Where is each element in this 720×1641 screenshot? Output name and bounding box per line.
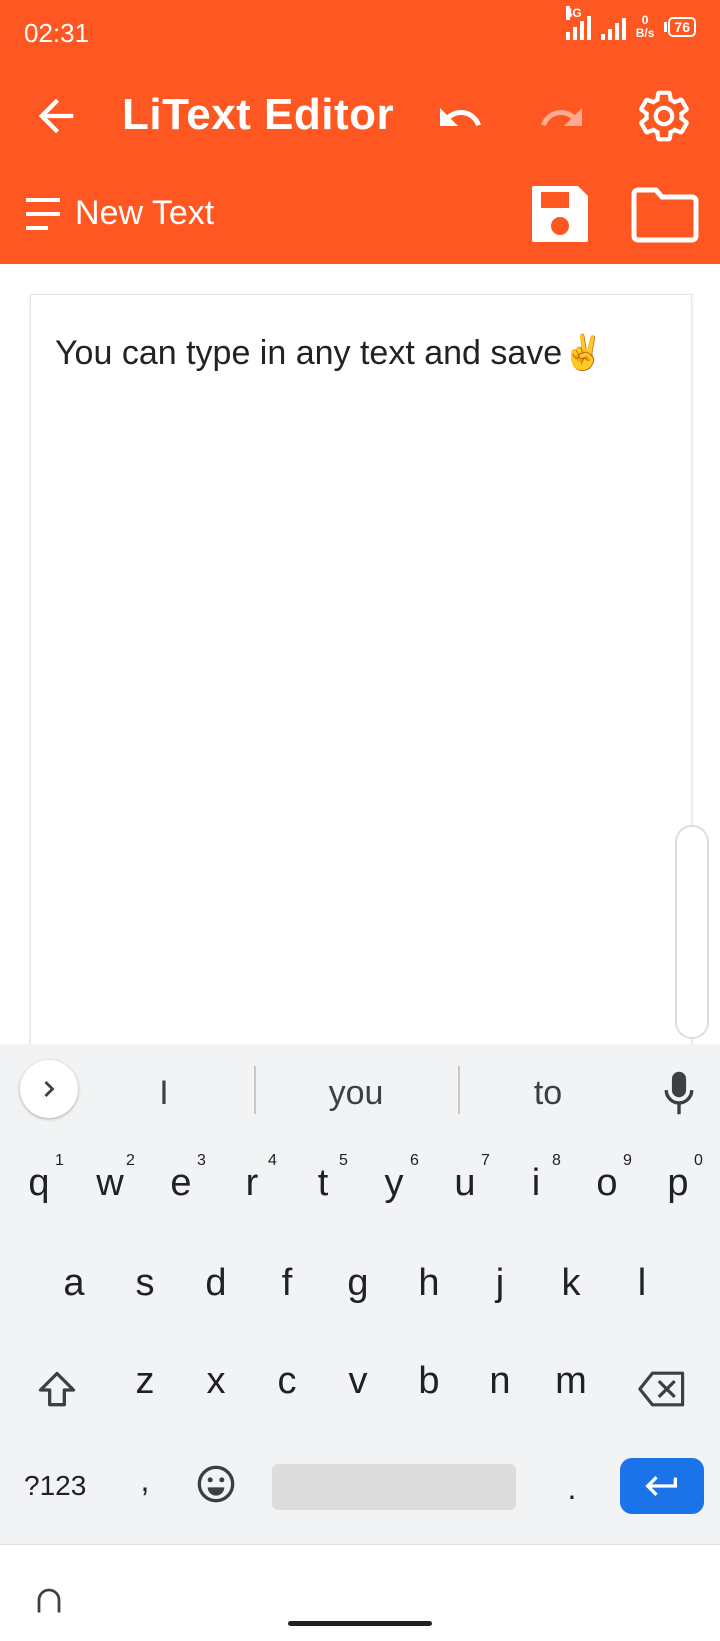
- chevron-right-icon: [44, 1081, 55, 1097]
- status-icons: 4G 0 B/s 76: [565, 6, 696, 40]
- app-bar: LiText Editor: [0, 68, 720, 164]
- key-c[interactable]: c: [257, 1360, 317, 1403]
- backspace-icon[interactable]: [638, 1370, 686, 1408]
- key-j[interactable]: j: [470, 1262, 530, 1305]
- side-panel-handle[interactable]: [675, 825, 709, 1039]
- key-k[interactable]: k: [541, 1262, 601, 1305]
- symbols-key[interactable]: ?123: [24, 1470, 86, 1502]
- key-v[interactable]: v: [328, 1360, 388, 1403]
- network-speed-unit: B/s: [635, 26, 655, 40]
- suggestion-3[interactable]: to: [508, 1074, 588, 1113]
- key-hint-1: 1: [55, 1152, 64, 1169]
- key-s[interactable]: s: [115, 1262, 175, 1305]
- suggestion-divider: [254, 1066, 256, 1114]
- key-hint-3: 3: [197, 1152, 206, 1169]
- soft-keyboard: I you to q w e r t y u i o p 1 2 3 4 5 6…: [0, 1044, 720, 1544]
- key-hint-8: 8: [552, 1152, 561, 1169]
- key-hint-4: 4: [268, 1152, 277, 1169]
- key-hint-0: 0: [694, 1152, 703, 1169]
- undo-icon[interactable]: [432, 94, 488, 142]
- navigation-bar: [0, 1544, 720, 1641]
- battery-level: 76: [668, 17, 696, 37]
- app-title: LiText Editor: [122, 90, 395, 139]
- document-toolbar: New Text: [0, 164, 720, 264]
- keyboard-switch-icon[interactable]: [34, 1585, 64, 1615]
- editor-text[interactable]: You can type in any text and save✌️: [55, 333, 605, 373]
- shift-icon[interactable]: [35, 1368, 79, 1412]
- key-hint-6: 6: [410, 1152, 419, 1169]
- folder-icon[interactable]: [630, 186, 700, 244]
- enter-icon: [645, 1476, 677, 1496]
- network-type: 4G: [565, 6, 582, 20]
- expand-toolbar-button[interactable]: [20, 1060, 78, 1118]
- key-a[interactable]: a: [44, 1262, 104, 1305]
- battery-icon: 76: [664, 17, 696, 37]
- save-icon[interactable]: [528, 182, 592, 246]
- text-editor[interactable]: You can type in any text and save✌️: [30, 294, 709, 1056]
- gear-icon[interactable]: [636, 88, 692, 144]
- menu-icon[interactable]: [24, 196, 64, 232]
- key-d[interactable]: d: [186, 1262, 246, 1305]
- key-hint-7: 7: [481, 1152, 490, 1169]
- key-z[interactable]: z: [115, 1360, 175, 1403]
- comma-key[interactable]: ,: [115, 1462, 175, 1499]
- key-hint-5: 5: [339, 1152, 348, 1169]
- signal-4g-icon: 4G: [565, 6, 591, 40]
- back-arrow-icon[interactable]: [30, 90, 82, 142]
- mic-icon[interactable]: [662, 1070, 696, 1116]
- key-h[interactable]: h: [399, 1262, 459, 1305]
- key-l[interactable]: l: [612, 1262, 672, 1305]
- key-g[interactable]: g: [328, 1262, 388, 1305]
- period-key[interactable]: .: [542, 1470, 602, 1507]
- network-speed: 0 B/s: [636, 14, 655, 40]
- key-x[interactable]: x: [186, 1360, 246, 1403]
- space-bar[interactable]: [272, 1464, 516, 1510]
- signal-icon: [600, 14, 626, 40]
- redo-icon[interactable]: [534, 94, 590, 142]
- key-hint-2: 2: [126, 1152, 135, 1169]
- enter-key[interactable]: [620, 1458, 704, 1514]
- key-n[interactable]: n: [470, 1360, 530, 1403]
- key-hint-9: 9: [623, 1152, 632, 1169]
- key-f[interactable]: f: [257, 1262, 317, 1305]
- key-m[interactable]: m: [541, 1360, 601, 1403]
- suggestion-strip: I you to: [0, 1044, 720, 1134]
- suggestion-2[interactable]: you: [296, 1074, 416, 1113]
- emoji-icon[interactable]: [196, 1464, 236, 1504]
- suggestion-divider: [458, 1066, 460, 1114]
- suggestion-1[interactable]: I: [134, 1074, 194, 1113]
- home-gesture-bar[interactable]: [288, 1621, 432, 1626]
- document-name[interactable]: New Text: [75, 194, 214, 233]
- status-time: 02:31: [24, 18, 90, 48]
- key-b[interactable]: b: [399, 1360, 459, 1403]
- status-bar: 02:31 4G 0 B/s 76: [0, 0, 720, 68]
